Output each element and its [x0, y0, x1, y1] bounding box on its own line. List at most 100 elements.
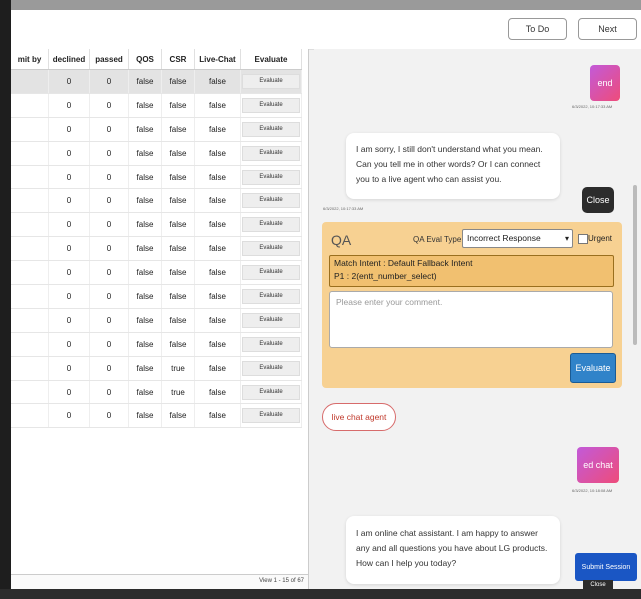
passed-cell: 0 [89, 212, 129, 238]
submit-by-cell [11, 308, 49, 333]
table-row[interactable]: 0 0 false false false Evaluate [11, 117, 302, 142]
close-button[interactable]: Close [582, 187, 614, 213]
live-chat-cell: false [194, 260, 241, 286]
row-evaluate-button[interactable]: Evaluate [242, 384, 300, 400]
row-evaluate-button[interactable]: Evaluate [242, 336, 300, 352]
submit-by-cell [11, 236, 49, 262]
csr-cell: true [161, 380, 195, 405]
row-evaluate-button[interactable]: Evaluate [242, 312, 300, 328]
declined-cell: 0 [48, 403, 90, 429]
declined-cell: 0 [48, 69, 90, 94]
qos-cell: false [128, 356, 162, 381]
live-chat-cell: false [194, 188, 241, 214]
chat-scrollbar[interactable] [633, 185, 637, 345]
table-row[interactable]: 0 0 false false false Evaluate [11, 165, 302, 190]
todo-button[interactable]: To Do [508, 18, 567, 40]
live-chat-cell: false [194, 332, 241, 357]
live-chat-cell: false [194, 141, 241, 166]
row-evaluate-button[interactable]: Evaluate [242, 193, 300, 209]
row-evaluate-button[interactable]: Evaluate [242, 121, 300, 137]
csr-cell: false [161, 117, 195, 142]
passed-cell: 0 [89, 403, 129, 429]
table-row[interactable]: 0 0 false false false Evaluate [11, 212, 302, 238]
close-button-2[interactable]: Close [583, 580, 613, 589]
csr-cell: false [161, 332, 195, 357]
row-evaluate-button[interactable]: Evaluate [242, 169, 300, 185]
declined-cell: 0 [48, 188, 90, 214]
live-chat-cell: false [194, 380, 241, 405]
table-row[interactable]: 0 0 false false false Evaluate [11, 260, 302, 286]
table-row[interactable]: 0 0 false false false Evaluate [11, 236, 302, 262]
pager-text: View 1 - 15 of 67 [259, 578, 304, 584]
declined-cell: 0 [48, 332, 90, 357]
passed-cell: 0 [89, 236, 129, 262]
qos-cell: false [128, 403, 162, 429]
row-evaluate-button[interactable]: Evaluate [242, 241, 300, 257]
table-row[interactable]: 0 0 false false false Evaluate [11, 308, 302, 333]
declined-cell: 0 [48, 93, 90, 118]
evaluate-cell: Evaluate [240, 141, 302, 166]
evaluation-table-panel: mit by declined passed QOS CSR Live-Chat… [11, 49, 309, 591]
csr-cell: false [161, 212, 195, 238]
declined-cell: 0 [48, 260, 90, 286]
col-header-live-chat: Live-Chat [194, 49, 241, 70]
urgent-checkbox[interactable] [578, 234, 588, 244]
row-evaluate-button[interactable]: Evaluate [242, 408, 300, 424]
table-row[interactable]: 0 0 false false false Evaluate [11, 188, 302, 214]
passed-cell: 0 [89, 188, 129, 214]
row-evaluate-button[interactable]: Evaluate [242, 145, 300, 161]
live-chat-cell: false [194, 117, 241, 142]
col-header-evaluate: Evaluate [240, 49, 302, 70]
csr-cell: false [161, 308, 195, 333]
row-evaluate-button[interactable]: Evaluate [242, 265, 300, 281]
qa-eval-type-select[interactable]: Incorrect Response ▾ [462, 229, 573, 248]
csr-cell: false [161, 236, 195, 262]
table-row[interactable]: 0 0 false false false Evaluate [11, 332, 302, 357]
submit-by-cell [11, 380, 49, 405]
evaluate-cell: Evaluate [240, 93, 302, 118]
submit-by-cell [11, 212, 49, 238]
row-evaluate-button[interactable]: Evaluate [242, 360, 300, 376]
table-row[interactable]: 0 0 false false false Evaluate [11, 93, 302, 118]
table-row[interactable]: 0 0 false false false Evaluate [11, 403, 302, 429]
evaluate-cell: Evaluate [240, 284, 302, 309]
chevron-down-icon: ▾ [564, 234, 569, 243]
submit-session-button[interactable]: Submit Session [575, 553, 637, 581]
col-header-qos: QOS [128, 49, 162, 70]
live-chat-agent-chip[interactable]: live chat agent [322, 403, 396, 431]
qos-cell: false [128, 69, 162, 94]
table-row[interactable]: 0 0 false false false Evaluate [11, 284, 302, 309]
row-evaluate-button[interactable]: Evaluate [242, 73, 300, 89]
live-chat-cell: false [194, 308, 241, 333]
qa-evaluate-button[interactable]: Evaluate [570, 353, 616, 383]
evaluate-cell: Evaluate [240, 356, 302, 381]
live-chat-cell: false [194, 165, 241, 190]
submit-by-cell [11, 117, 49, 142]
comment-placeholder: Please enter your comment. [336, 297, 443, 307]
submit-by-cell [11, 356, 49, 381]
evaluate-cell: Evaluate [240, 212, 302, 238]
comment-textarea[interactable]: Please enter your comment. [329, 291, 613, 348]
col-header-passed: passed [89, 49, 129, 70]
declined-cell: 0 [48, 380, 90, 405]
evaluate-cell: Evaluate [240, 260, 302, 286]
table-row[interactable]: 0 0 false false false Evaluate [11, 141, 302, 166]
next-button[interactable]: Next [578, 18, 637, 40]
passed-cell: 0 [89, 69, 129, 94]
row-evaluate-button[interactable]: Evaluate [242, 217, 300, 233]
table-row[interactable]: 0 0 false true false Evaluate [11, 380, 302, 405]
table-row[interactable]: 0 0 false false false Evaluate [11, 69, 302, 94]
evaluate-cell: Evaluate [240, 69, 302, 94]
qos-cell: false [128, 284, 162, 309]
user-avatar-label: end [597, 78, 613, 88]
table-row[interactable]: 0 0 false true false Evaluate [11, 356, 302, 381]
qos-cell: false [128, 380, 162, 405]
declined-cell: 0 [48, 284, 90, 309]
evaluate-cell: Evaluate [240, 165, 302, 190]
submit-by-cell [11, 93, 49, 118]
row-evaluate-button[interactable]: Evaluate [242, 288, 300, 304]
live-chat-cell: false [194, 93, 241, 118]
row-evaluate-button[interactable]: Evaluate [242, 97, 300, 113]
live-chat-cell: false [194, 236, 241, 262]
user-message-timestamp: 6/3/2022, 10:17:33 AM [572, 104, 613, 109]
